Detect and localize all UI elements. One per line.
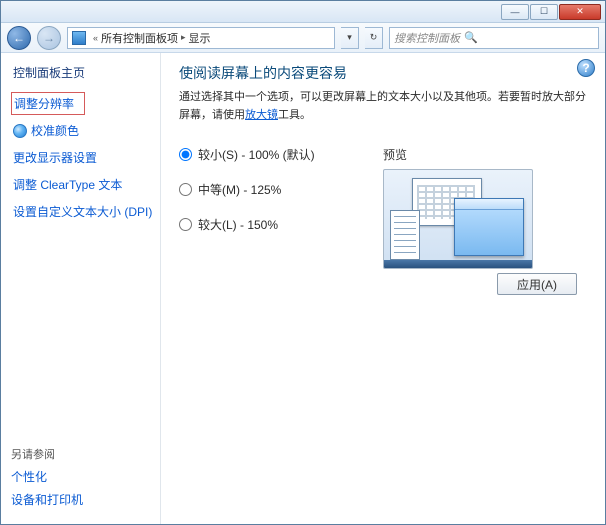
sidebar-item-label: 校准颜色 xyxy=(31,122,79,139)
sidebar-item-calibrate-color[interactable]: 校准颜色 xyxy=(11,119,156,142)
nav-forward-button[interactable]: → xyxy=(37,26,61,50)
search-placeholder: 搜索控制面板 xyxy=(394,30,460,46)
breadcrumb-dropdown[interactable]: ▾ xyxy=(341,27,359,49)
breadcrumb-level1[interactable]: 所有控制面板项 xyxy=(101,30,178,46)
page-title: 使阅读屏幕上的内容更容易 xyxy=(179,63,587,83)
sidebar-link-devices-printers[interactable]: 设备和打印机 xyxy=(11,491,156,508)
preview-window-icon xyxy=(390,210,420,260)
apply-button[interactable]: 应用(A) xyxy=(497,273,577,295)
preview-area: 预览 xyxy=(383,146,587,269)
magnifier-link[interactable]: 放大镜 xyxy=(245,109,278,121)
sidebar-item-display-settings[interactable]: 更改显示器设置 xyxy=(11,146,156,169)
scale-option-small[interactable]: 较小(S) - 100% (默认) xyxy=(179,146,359,163)
titlebar: — ☐ ✕ xyxy=(1,1,605,23)
scale-option-medium[interactable]: 中等(M) - 125% xyxy=(179,181,359,198)
radio-large[interactable] xyxy=(179,218,192,231)
search-icon: 🔍 xyxy=(464,31,478,44)
chevron-icon: « xyxy=(90,33,101,43)
preview-taskbar-icon xyxy=(384,260,532,268)
shield-icon xyxy=(13,124,27,138)
desc-text-b: 工具。 xyxy=(278,109,311,121)
see-also-label: 另请参阅 xyxy=(11,446,156,462)
sidebar-link-personalization[interactable]: 个性化 xyxy=(11,468,156,485)
control-panel-icon xyxy=(72,31,86,45)
sidebar-item-label: 调整 ClearType 文本 xyxy=(13,176,122,193)
nav-back-button[interactable]: ← xyxy=(7,26,31,50)
radio-label: 较小(S) - 100% (默认) xyxy=(198,146,315,163)
sidebar-item-label: 调整分辨率 xyxy=(14,95,74,112)
help-icon[interactable]: ? xyxy=(577,59,595,77)
sidebar-item-custom-dpi[interactable]: 设置自定义文本大小 (DPI) xyxy=(11,200,156,223)
scale-options: 较小(S) - 100% (默认) 中等(M) - 125% 较大(L) - 1… xyxy=(179,146,359,269)
preview-label: 预览 xyxy=(383,146,587,163)
control-panel-home-link[interactable]: 控制面板主页 xyxy=(11,63,156,82)
sidebar-item-label: 设置自定义文本大小 (DPI) xyxy=(13,203,152,220)
sidebar-item-resolution[interactable]: 调整分辨率 xyxy=(11,92,85,115)
radio-label: 较大(L) - 150% xyxy=(198,216,278,233)
close-button[interactable]: ✕ xyxy=(559,4,601,20)
window: — ☐ ✕ ← → « 所有控制面板项 ▸ 显示 ▾ ↻ 搜索控制面板 🔍 控制… xyxy=(0,0,606,525)
chevron-right-icon: ▸ xyxy=(178,32,189,43)
desc-text-a: 通过选择其中一个选项，可以更改屏幕上的文本大小以及其他项。若要暂时放大部分屏幕，… xyxy=(179,91,586,121)
minimize-button[interactable]: — xyxy=(501,4,529,20)
scale-option-large[interactable]: 较大(L) - 150% xyxy=(179,216,359,233)
preview-image xyxy=(383,169,533,269)
sidebar-item-cleartype[interactable]: 调整 ClearType 文本 xyxy=(11,173,156,196)
address-bar: ← → « 所有控制面板项 ▸ 显示 ▾ ↻ 搜索控制面板 🔍 xyxy=(1,23,605,53)
breadcrumb-level2[interactable]: 显示 xyxy=(189,30,211,46)
page-description: 通过选择其中一个选项，可以更改屏幕上的文本大小以及其他项。若要暂时放大部分屏幕，… xyxy=(179,89,587,124)
main-content: ? 使阅读屏幕上的内容更容易 通过选择其中一个选项，可以更改屏幕上的文本大小以及… xyxy=(161,53,605,524)
maximize-button[interactable]: ☐ xyxy=(530,4,558,20)
radio-label: 中等(M) - 125% xyxy=(198,181,281,198)
sidebar: 控制面板主页 调整分辨率 校准颜色 更改显示器设置 调整 ClearType 文… xyxy=(1,53,161,524)
refresh-button[interactable]: ↻ xyxy=(365,27,383,49)
breadcrumb[interactable]: « 所有控制面板项 ▸ 显示 xyxy=(67,27,335,49)
body: 控制面板主页 调整分辨率 校准颜色 更改显示器设置 调整 ClearType 文… xyxy=(1,53,605,524)
preview-window-icon xyxy=(454,198,524,256)
radio-small[interactable] xyxy=(179,148,192,161)
radio-medium[interactable] xyxy=(179,183,192,196)
sidebar-item-label: 更改显示器设置 xyxy=(13,149,97,166)
search-input[interactable]: 搜索控制面板 🔍 xyxy=(389,27,599,49)
